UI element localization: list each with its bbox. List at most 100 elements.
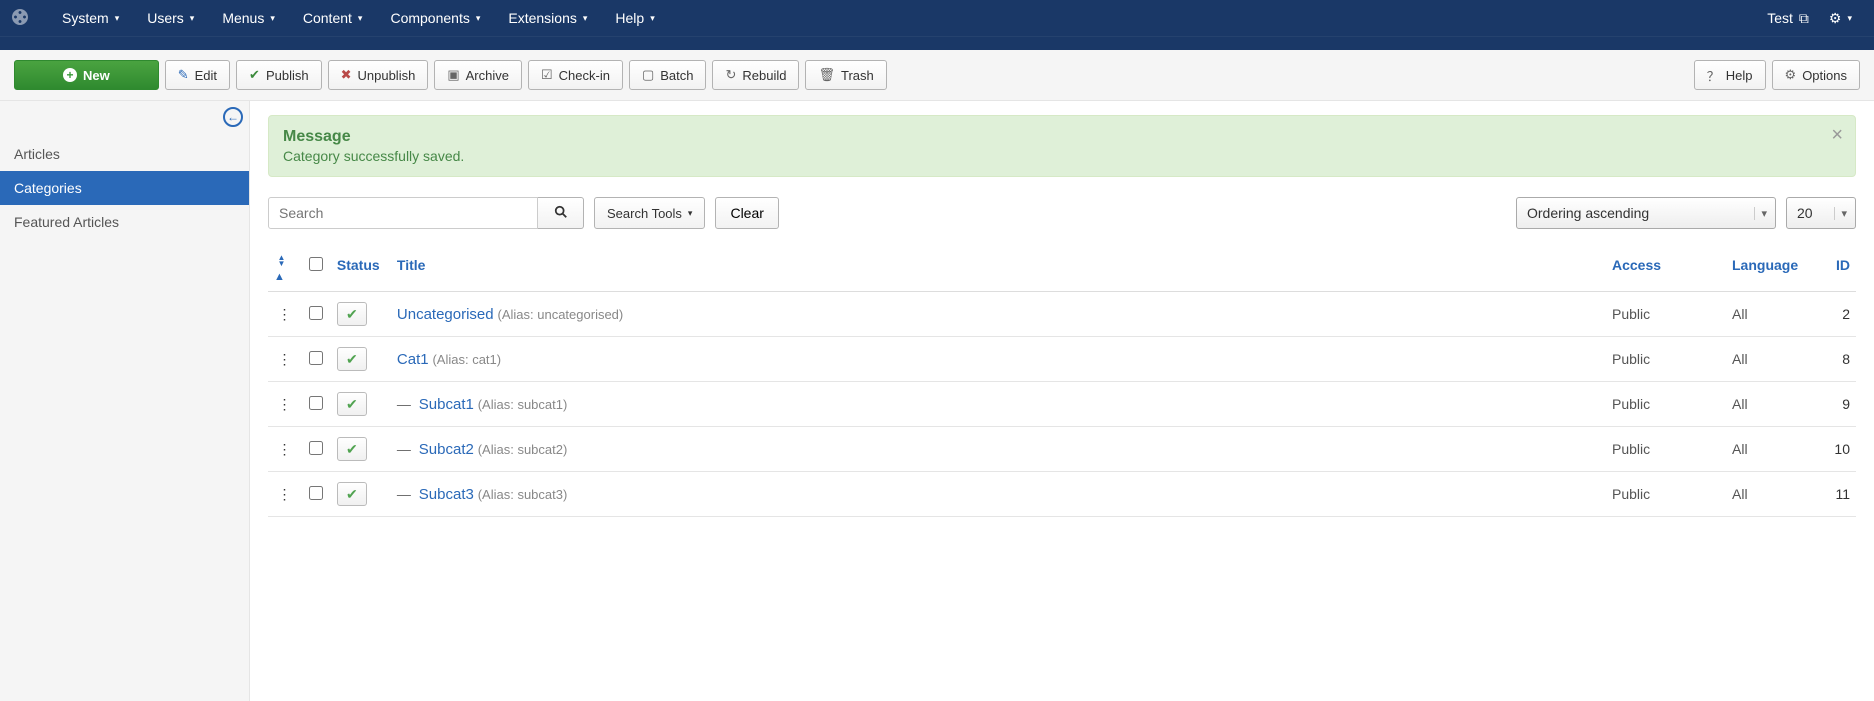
- col-language[interactable]: Language: [1726, 239, 1816, 292]
- caret-down-icon: ▾: [688, 208, 693, 219]
- drag-handle[interactable]: ⋮: [268, 292, 301, 337]
- plus-icon: +: [63, 68, 77, 82]
- table-row: ⋮✔Cat1 (Alias: cat1)PublicAll8: [268, 337, 1856, 382]
- filter-bar: Search Tools ▾ Clear Ordering ascending …: [268, 197, 1856, 229]
- access-cell: Public: [1606, 427, 1726, 472]
- caret-down-icon: ▾: [650, 13, 655, 24]
- search-tools-button[interactable]: Search Tools ▾: [594, 197, 705, 229]
- row-checkbox[interactable]: [309, 306, 323, 320]
- joomla-logo-icon: [12, 9, 28, 28]
- id-cell: 2: [1816, 292, 1856, 337]
- row-checkbox[interactable]: [309, 351, 323, 365]
- category-link[interactable]: Uncategorised: [397, 306, 494, 323]
- status-toggle[interactable]: ✔: [337, 392, 367, 416]
- sidebar: ← ArticlesCategoriesFeatured Articles: [0, 101, 250, 701]
- question-icon: ？: [1707, 66, 1720, 85]
- nav-extensions[interactable]: Extensions▾: [494, 0, 601, 36]
- alert-message: × Message Category successfully saved.: [268, 115, 1856, 177]
- sidebar-item-articles[interactable]: Articles: [0, 137, 249, 171]
- frontend-link[interactable]: Test ⧉: [1757, 0, 1819, 36]
- alias-text: (Alias: subcat3): [478, 487, 568, 502]
- caret-down-icon: ▾: [583, 13, 588, 24]
- help-button[interactable]: ？ Help: [1694, 60, 1766, 90]
- table-row: ⋮✔— Subcat2 (Alias: subcat2)PublicAll10: [268, 427, 1856, 472]
- pencil-icon: ✎: [178, 67, 189, 83]
- archive-button[interactable]: ▣ Archive: [434, 60, 522, 90]
- title-cell: Uncategorised (Alias: uncategorised): [391, 292, 1606, 337]
- checkall-checkbox[interactable]: [309, 257, 323, 271]
- new-button[interactable]: + New: [14, 60, 159, 90]
- access-cell: Public: [1606, 292, 1726, 337]
- main-content: × Message Category successfully saved. S…: [250, 101, 1874, 701]
- table-row: ⋮ ✔ Uncategorised (Alias: uncategorised)Pu…: [268, 292, 1856, 337]
- status-toggle[interactable]: ✔: [337, 302, 367, 326]
- drag-handle[interactable]: ⋮: [268, 382, 301, 427]
- search-button[interactable]: [538, 197, 584, 229]
- category-link[interactable]: Subcat3: [419, 486, 474, 503]
- category-link[interactable]: Cat1: [397, 351, 429, 368]
- caret-down-icon: ▾: [476, 13, 481, 24]
- col-status[interactable]: Status: [331, 239, 391, 292]
- col-checkall[interactable]: [301, 239, 331, 292]
- nav-help[interactable]: Help▾: [601, 0, 668, 36]
- archive-icon: ▣: [447, 67, 459, 83]
- status-toggle[interactable]: ✔: [337, 347, 367, 371]
- title-cell: — Subcat1 (Alias: subcat1): [391, 382, 1606, 427]
- caret-down-icon: ▾: [1847, 13, 1852, 24]
- publish-button[interactable]: ✔ Publish: [236, 60, 322, 90]
- category-link[interactable]: Subcat1: [419, 396, 474, 413]
- nav-components[interactable]: Components▾: [376, 0, 494, 36]
- batch-button[interactable]: ▢ Batch: [629, 60, 707, 90]
- nav-content[interactable]: Content▾: [289, 0, 377, 36]
- clear-button[interactable]: Clear: [715, 197, 778, 229]
- categories-table: ▲▼ ▲ Status Title Access Language ID ⋮ ✔ U…: [268, 239, 1856, 517]
- id-cell: 11: [1816, 472, 1856, 517]
- settings-menu[interactable]: ⚙ ▾: [1819, 0, 1862, 36]
- nav-users[interactable]: Users▾: [133, 0, 208, 36]
- rebuild-button[interactable]: ↻ Rebuild: [712, 60, 799, 90]
- col-access[interactable]: Access: [1606, 239, 1726, 292]
- row-checkbox[interactable]: [309, 396, 323, 410]
- edit-button[interactable]: ✎ Edit: [165, 60, 230, 90]
- trash-button[interactable]: 🗑 Trash: [805, 60, 886, 90]
- drag-handle[interactable]: ⋮: [268, 472, 301, 517]
- access-cell: Public: [1606, 472, 1726, 517]
- access-cell: Public: [1606, 337, 1726, 382]
- options-button[interactable]: ⚙ Options: [1772, 60, 1860, 90]
- nav-menus[interactable]: Menus▾: [208, 0, 289, 36]
- title-cell: — Subcat3 (Alias: subcat3): [391, 472, 1606, 517]
- status-toggle[interactable]: ✔: [337, 482, 367, 506]
- col-id[interactable]: ID: [1816, 239, 1856, 292]
- row-checkbox[interactable]: [309, 486, 323, 500]
- caret-down-icon: ▾: [270, 13, 275, 24]
- nav-system[interactable]: System▾: [48, 0, 133, 36]
- table-row: ⋮✔— Subcat1 (Alias: subcat1)PublicAll9: [268, 382, 1856, 427]
- language-cell: All: [1726, 472, 1816, 517]
- cog-icon: ⚙: [1785, 67, 1797, 83]
- search-input[interactable]: [268, 197, 538, 229]
- gear-icon: ⚙: [1829, 10, 1842, 27]
- limit-select[interactable]: 20: [1786, 197, 1856, 229]
- category-link[interactable]: Subcat2: [419, 441, 474, 458]
- caret-down-icon: ▾: [358, 13, 363, 24]
- sidebar-item-categories[interactable]: Categories: [0, 171, 249, 205]
- col-order[interactable]: ▲▼ ▲: [268, 239, 301, 292]
- box-icon: ▢: [642, 67, 654, 83]
- drag-handle[interactable]: ⋮: [268, 337, 301, 382]
- row-checkbox[interactable]: [309, 441, 323, 455]
- alert-close-button[interactable]: ×: [1831, 124, 1843, 147]
- ordering-select[interactable]: Ordering ascending: [1516, 197, 1776, 229]
- action-toolbar: + New ✎ Edit ✔ Publish ✖ Unpublish ▣ Arc…: [0, 50, 1874, 101]
- alias-text: (Alias: subcat2): [478, 442, 568, 457]
- language-cell: All: [1726, 382, 1816, 427]
- unpublish-button[interactable]: ✖ Unpublish: [328, 60, 429, 90]
- caret-down-icon: ▾: [115, 13, 120, 24]
- drag-handle[interactable]: ⋮: [268, 427, 301, 472]
- id-cell: 8: [1816, 337, 1856, 382]
- checkin-button[interactable]: ☑ Check-in: [528, 60, 623, 90]
- sidebar-item-featured-articles[interactable]: Featured Articles: [0, 205, 249, 239]
- status-toggle[interactable]: ✔: [337, 437, 367, 461]
- top-navbar: System▾Users▾Menus▾Content▾Components▾Ex…: [0, 0, 1874, 36]
- sidebar-collapse-button[interactable]: ←: [223, 107, 243, 127]
- col-title[interactable]: Title: [391, 239, 1606, 292]
